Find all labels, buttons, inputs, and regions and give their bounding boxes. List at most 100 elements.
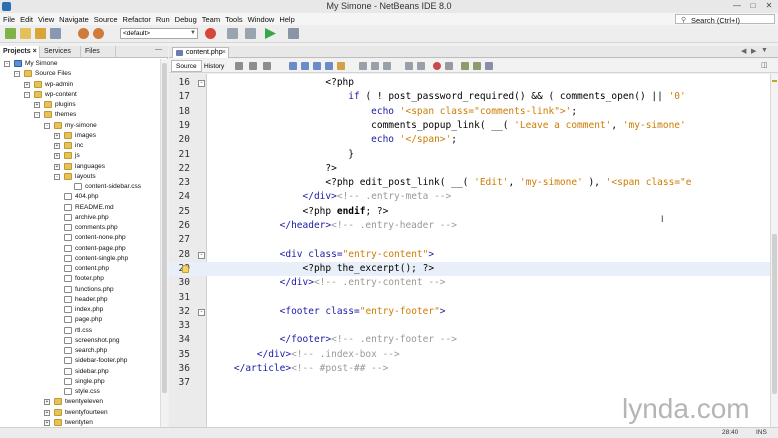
collapse-icon[interactable]: - bbox=[14, 71, 20, 78]
close-icon[interactable]: × bbox=[222, 48, 226, 58]
code-line[interactable]: 28- <div class="entry-content"> bbox=[169, 248, 770, 262]
menu-view[interactable]: View bbox=[35, 13, 56, 24]
toggle-highlight-icon[interactable] bbox=[337, 62, 345, 70]
tab-source[interactable]: Source bbox=[171, 60, 202, 72]
find-selection-icon[interactable] bbox=[325, 62, 333, 70]
collapse-icon[interactable]: - bbox=[34, 112, 40, 119]
code-line[interactable]: 26 </header><!-- .entry-header --> bbox=[169, 219, 770, 233]
clean-build-icon[interactable] bbox=[245, 28, 256, 39]
new-project-icon[interactable] bbox=[5, 28, 16, 39]
code-line[interactable]: 23 <?php edit_post_link( __( 'Edit', 'my… bbox=[169, 176, 770, 190]
menu-file[interactable]: File bbox=[0, 13, 17, 24]
find-next-icon[interactable] bbox=[313, 62, 321, 70]
open-project-icon[interactable] bbox=[35, 28, 46, 39]
expand-icon[interactable]: + bbox=[44, 419, 50, 426]
menu-source[interactable]: Source bbox=[91, 13, 120, 24]
code-line[interactable]: 31 bbox=[169, 291, 770, 305]
code-line[interactable]: 36 </article><!-- #post-## --> bbox=[169, 362, 770, 376]
redo-icon[interactable] bbox=[93, 28, 104, 39]
menu-help[interactable]: Help bbox=[276, 13, 296, 24]
code-line[interactable]: 32- <footer class="entry-footer"> bbox=[169, 305, 770, 319]
find-previous-icon[interactable] bbox=[301, 62, 309, 70]
menu-team[interactable]: Team bbox=[199, 13, 222, 24]
expand-icon[interactable]: + bbox=[54, 163, 60, 170]
start-macro-icon[interactable] bbox=[433, 62, 441, 70]
code-line[interactable]: 35 </div><!-- .index-box --> bbox=[169, 348, 770, 362]
editor-scroll-thumb[interactable] bbox=[772, 234, 777, 394]
tab-files[interactable]: Files bbox=[82, 46, 116, 58]
hint-marker[interactable] bbox=[772, 80, 777, 82]
uncomment-icon[interactable] bbox=[473, 62, 481, 70]
expand-icon[interactable]: + bbox=[54, 143, 60, 149]
shift-right-icon[interactable] bbox=[417, 62, 425, 70]
split-editor-icon[interactable]: ◫ bbox=[761, 61, 768, 69]
tab-left-icon[interactable]: ◀ bbox=[741, 47, 746, 55]
fold-toggle-icon[interactable]: - bbox=[198, 308, 205, 316]
close-icon[interactable]: × bbox=[33, 48, 37, 55]
expand-icon[interactable]: + bbox=[54, 153, 60, 160]
code-line[interactable]: 25 <?php endif; ?> bbox=[169, 205, 770, 219]
fold-toggle-icon[interactable]: - bbox=[198, 80, 205, 87]
code-line[interactable]: 37 bbox=[169, 376, 770, 390]
close-button[interactable]: ✕ bbox=[762, 1, 776, 11]
code-line[interactable]: 16 - <?php bbox=[169, 76, 770, 90]
code-line[interactable]: 18 echo '<span class="comments-link">'; bbox=[169, 105, 770, 119]
menu-run[interactable]: Run bbox=[153, 13, 172, 24]
find-icon[interactable] bbox=[289, 62, 297, 70]
code-line[interactable]: 22 ?> bbox=[169, 162, 770, 176]
last-edit-icon[interactable] bbox=[235, 62, 243, 70]
browser-icon[interactable] bbox=[205, 28, 216, 39]
menu-navigate[interactable]: Navigate bbox=[56, 13, 91, 24]
undo-icon[interactable] bbox=[78, 28, 89, 39]
code-line[interactable]: 17 if ( ! post_password_required() && ( … bbox=[169, 90, 770, 104]
code-editor[interactable]: I 16- <?php 17 if ( ! post_password_requi… bbox=[169, 74, 770, 427]
tree-scrollbar[interactable] bbox=[160, 59, 168, 427]
editor-scrollbar[interactable] bbox=[770, 74, 778, 427]
build-icon[interactable] bbox=[227, 28, 238, 39]
minimize-button[interactable]: — bbox=[730, 1, 744, 11]
search-input[interactable]: ⚲ Search (Ctrl+I) bbox=[675, 14, 775, 25]
shift-left-icon[interactable] bbox=[405, 62, 413, 70]
tab-history[interactable]: History bbox=[199, 60, 229, 72]
code-line[interactable]: 20 echo '</span>'; bbox=[169, 133, 770, 147]
code-line[interactable]: 29 <?php the_excerpt(); ?> bbox=[169, 261, 770, 277]
fold-toggle-icon[interactable]: - bbox=[198, 251, 205, 259]
code-line[interactable]: 27 bbox=[169, 233, 770, 247]
prev-bookmark-icon[interactable] bbox=[359, 62, 367, 70]
collapse-icon[interactable]: - bbox=[4, 61, 10, 67]
tab-content-php[interactable]: content.php × bbox=[172, 47, 229, 58]
menu-edit[interactable]: Edit bbox=[17, 13, 35, 24]
save-all-icon[interactable] bbox=[50, 28, 61, 39]
code-line[interactable]: 30 </div><!-- .entry-content --> bbox=[169, 276, 770, 290]
expand-icon[interactable]: + bbox=[54, 132, 60, 139]
panel-minimize-icon[interactable]: — bbox=[155, 46, 162, 53]
stop-macro-icon[interactable] bbox=[445, 62, 453, 70]
code-line[interactable]: 34 </footer><!-- .entry-footer --> bbox=[169, 333, 770, 347]
configuration-select[interactable]: <default> ▼ bbox=[120, 28, 198, 39]
menu-tools[interactable]: Tools bbox=[222, 13, 245, 24]
maximize-button[interactable]: □ bbox=[746, 1, 760, 11]
code-line[interactable]: 19 comments_popup_link( __( 'Leave a com… bbox=[169, 119, 770, 133]
menu-debug[interactable]: Debug bbox=[172, 13, 199, 24]
expand-icon[interactable]: + bbox=[24, 81, 30, 88]
tab-projects[interactable]: Projects × bbox=[0, 46, 40, 58]
collapse-icon[interactable]: - bbox=[24, 91, 30, 98]
code-line[interactable]: 21 } bbox=[169, 148, 770, 162]
hint-bulb-icon[interactable] bbox=[182, 264, 189, 273]
menu-refactor[interactable]: Refactor bbox=[120, 13, 153, 24]
expand-icon[interactable]: + bbox=[44, 409, 50, 416]
run-icon[interactable] bbox=[265, 28, 276, 39]
code-line[interactable]: 24 </div><!-- .entry-meta --> bbox=[169, 190, 770, 204]
collapse-icon[interactable]: - bbox=[44, 122, 50, 129]
tab-list-icon[interactable]: ▼ bbox=[761, 47, 768, 54]
tab-right-icon[interactable]: ▶ bbox=[751, 47, 756, 55]
collapse-icon[interactable]: - bbox=[54, 173, 60, 180]
tree-scroll-thumb[interactable] bbox=[162, 63, 167, 393]
new-file-icon[interactable] bbox=[20, 28, 31, 39]
tab-services[interactable]: Services bbox=[41, 46, 81, 58]
comment-icon[interactable] bbox=[461, 62, 469, 70]
menu-window[interactable]: Window bbox=[245, 13, 277, 24]
toggle-bookmark-icon[interactable] bbox=[383, 62, 391, 70]
back-icon[interactable] bbox=[249, 62, 257, 70]
code-line[interactable]: 33 bbox=[169, 319, 770, 333]
